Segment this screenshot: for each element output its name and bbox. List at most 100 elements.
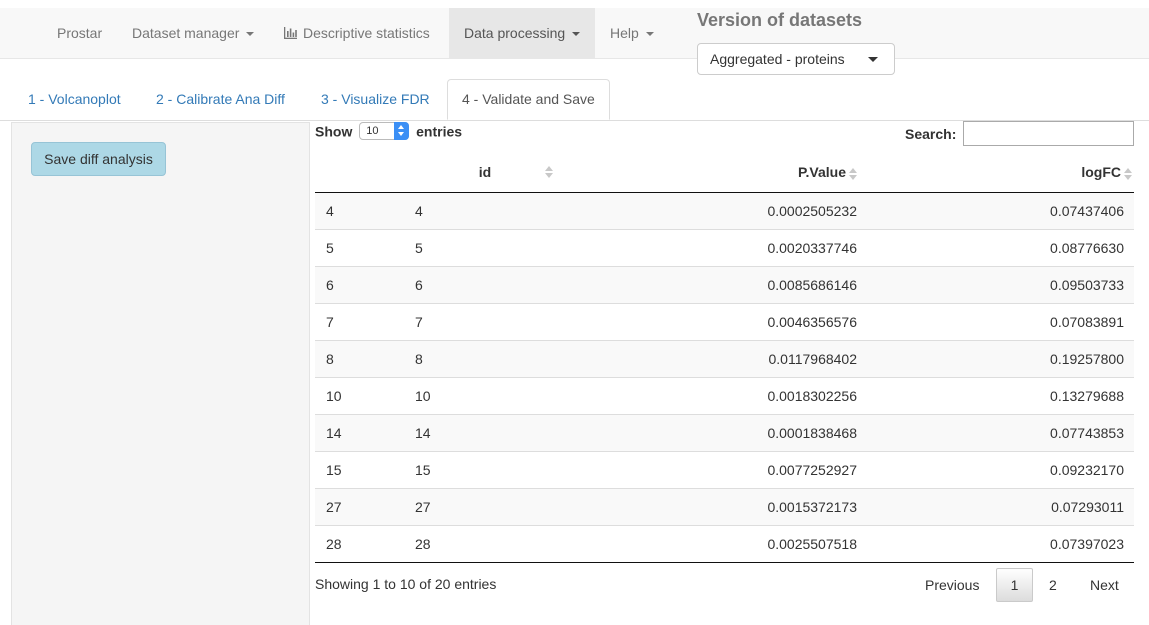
cell-pvalue: 0.0020337746 bbox=[555, 228, 860, 266]
cell-pvalue: 0.0025507518 bbox=[555, 524, 860, 563]
table-row[interactable]: 5 5 0.0020337746 0.08776630 bbox=[315, 228, 1134, 266]
navbar-brand[interactable]: Prostar bbox=[57, 8, 102, 58]
pagination-page-1[interactable]: 1 bbox=[996, 568, 1033, 602]
cell-id: 28 bbox=[415, 524, 555, 563]
cell-id: 15 bbox=[415, 450, 555, 488]
sort-icon bbox=[849, 167, 857, 180]
cell-logfc: 0.07397023 bbox=[860, 524, 1134, 563]
sort-icon bbox=[545, 166, 553, 178]
cell-id: 5 bbox=[415, 228, 555, 266]
cell-logfc: 0.19257800 bbox=[860, 339, 1134, 377]
nav-help-label: Help bbox=[610, 25, 639, 41]
table-row[interactable]: 10 10 0.0018302256 0.13279688 bbox=[315, 376, 1134, 414]
column-header-pvalue-label: P.Value bbox=[797, 164, 846, 181]
table-header-row: id P.Value logFC bbox=[315, 153, 1134, 193]
caret-down-icon bbox=[572, 32, 581, 37]
caret-down-icon bbox=[645, 32, 654, 37]
page-length-control: Show 10 entries bbox=[315, 122, 462, 142]
data-table: id P.Value logFC 4 4 0.0002505232 0.0743… bbox=[315, 153, 1134, 563]
pagination-previous[interactable]: Previous bbox=[925, 568, 979, 602]
cell-id: 7 bbox=[415, 302, 555, 340]
cell-rowname: 15 bbox=[315, 450, 415, 488]
cell-id: 27 bbox=[415, 487, 555, 525]
nav-dataset-manager-label: Dataset manager bbox=[132, 25, 240, 41]
tab-calibrate-ana-diff[interactable]: 2 - Calibrate Ana Diff bbox=[156, 79, 285, 119]
cell-logfc: 0.07743853 bbox=[860, 413, 1134, 451]
table-info: Showing 1 to 10 of 20 entries bbox=[315, 576, 497, 592]
cell-rowname: 6 bbox=[315, 265, 415, 303]
cell-rowname: 5 bbox=[315, 228, 415, 266]
entries-label: entries bbox=[416, 123, 463, 140]
cell-pvalue: 0.0085686146 bbox=[555, 265, 860, 303]
show-label: Show bbox=[315, 123, 353, 140]
cell-id: 8 bbox=[415, 339, 555, 377]
cell-pvalue: 0.0077252927 bbox=[555, 450, 860, 488]
cell-id: 4 bbox=[415, 192, 555, 229]
nav-descriptive-statistics-label: Descriptive statistics bbox=[303, 25, 430, 41]
nav-help[interactable]: Help bbox=[610, 8, 654, 58]
column-header-logfc[interactable]: logFC bbox=[860, 153, 1134, 193]
pagination-next[interactable]: Next bbox=[1090, 568, 1119, 602]
select-stepper-icon bbox=[394, 122, 410, 141]
tab-bar: 1 - Volcanoplot 2 - Calibrate Ana Diff 3… bbox=[0, 79, 1149, 121]
table-row[interactable]: 28 28 0.0025507518 0.07397023 bbox=[315, 524, 1134, 563]
tab-validate-and-save[interactable]: 4 - Validate and Save bbox=[447, 79, 610, 120]
bar-chart-icon bbox=[284, 27, 297, 39]
cell-logfc: 0.07083891 bbox=[860, 302, 1134, 340]
cell-id: 10 bbox=[415, 376, 555, 414]
column-header-logfc-label: logFC bbox=[1081, 164, 1121, 181]
cell-id: 6 bbox=[415, 265, 555, 303]
cell-rowname: 4 bbox=[315, 192, 415, 229]
nav-descriptive-statistics[interactable]: Descriptive statistics bbox=[284, 8, 430, 58]
sort-icon bbox=[1124, 167, 1132, 180]
cell-pvalue: 0.0002505232 bbox=[555, 192, 860, 229]
dropdown-caret-icon bbox=[868, 57, 878, 62]
cell-rowname: 10 bbox=[315, 376, 415, 414]
cell-logfc: 0.09503733 bbox=[860, 265, 1134, 303]
nav-data-processing[interactable]: Data processing bbox=[449, 8, 595, 58]
column-header-id-label: id bbox=[478, 164, 492, 181]
save-diff-analysis-button[interactable]: Save diff analysis bbox=[31, 142, 166, 176]
cell-rowname: 28 bbox=[315, 524, 415, 563]
cell-logfc: 0.09232170 bbox=[860, 450, 1134, 488]
table-row[interactable]: 8 8 0.0117968402 0.19257800 bbox=[315, 339, 1134, 377]
cell-logfc: 0.13279688 bbox=[860, 376, 1134, 414]
cell-rowname: 27 bbox=[315, 487, 415, 525]
nav-dataset-manager[interactable]: Dataset manager bbox=[132, 8, 255, 58]
table-row[interactable]: 7 7 0.0046356576 0.07083891 bbox=[315, 302, 1134, 340]
table-row[interactable]: 15 15 0.0077252927 0.09232170 bbox=[315, 450, 1134, 488]
cell-pvalue: 0.0001838468 bbox=[555, 413, 860, 451]
sidebar-panel: Save diff analysis bbox=[11, 122, 310, 625]
caret-down-icon bbox=[246, 32, 255, 37]
table-row[interactable]: 14 14 0.0001838468 0.07743853 bbox=[315, 413, 1134, 451]
cell-logfc: 0.07437406 bbox=[860, 192, 1134, 229]
top-navbar: Prostar Dataset manager Descriptive stat… bbox=[0, 8, 1149, 59]
column-header-id[interactable]: id bbox=[415, 153, 555, 193]
version-select-value: Aggregated - proteins bbox=[710, 51, 845, 67]
cell-rowname: 14 bbox=[315, 413, 415, 451]
column-header-rownames[interactable] bbox=[315, 153, 415, 193]
tab-visualize-fdr[interactable]: 3 - Visualize FDR bbox=[321, 79, 430, 119]
page-length-select[interactable]: 10 bbox=[359, 122, 410, 141]
version-select[interactable]: Aggregated - proteins bbox=[697, 43, 895, 75]
cell-pvalue: 0.0018302256 bbox=[555, 376, 860, 414]
cell-rowname: 7 bbox=[315, 302, 415, 340]
cell-id: 14 bbox=[415, 413, 555, 451]
cell-pvalue: 0.0046356576 bbox=[555, 302, 860, 340]
cell-pvalue: 0.0117968402 bbox=[555, 339, 860, 377]
cell-logfc: 0.07293011 bbox=[860, 487, 1134, 525]
search-input[interactable] bbox=[963, 121, 1134, 146]
cell-rowname: 8 bbox=[315, 339, 415, 377]
table-row[interactable]: 4 4 0.0002505232 0.07437406 bbox=[315, 192, 1134, 229]
search-label: Search: bbox=[905, 126, 957, 142]
table-row[interactable]: 27 27 0.0015372173 0.07293011 bbox=[315, 487, 1134, 525]
cell-pvalue: 0.0015372173 bbox=[555, 487, 860, 525]
nav-data-processing-label: Data processing bbox=[464, 25, 566, 41]
cell-logfc: 0.08776630 bbox=[860, 228, 1134, 266]
table-row[interactable]: 6 6 0.0085686146 0.09503733 bbox=[315, 265, 1134, 303]
pagination-page-2[interactable]: 2 bbox=[1049, 568, 1057, 602]
tab-volcanoplot[interactable]: 1 - Volcanoplot bbox=[28, 79, 121, 119]
page-length-value: 10 bbox=[366, 125, 379, 138]
version-label: Version of datasets bbox=[697, 10, 863, 30]
column-header-pvalue[interactable]: P.Value bbox=[555, 153, 860, 193]
